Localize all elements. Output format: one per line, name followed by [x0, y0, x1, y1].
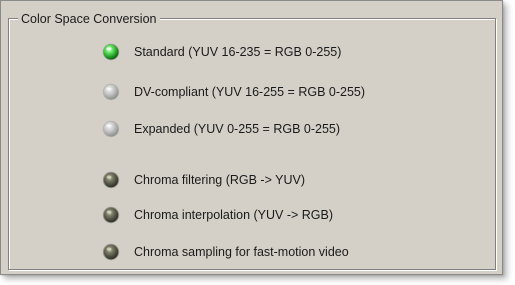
checkbox-chroma-interpolation-label: Chroma interpolation (YUV -> RGB): [134, 208, 334, 222]
color-space-panel: Color Space Conversion Standard (YUV 16-…: [0, 0, 503, 275]
checkbox-chroma-interpolation[interactable]: Chroma interpolation (YUV -> RGB): [102, 205, 333, 225]
groupbox-title: Color Space Conversion: [18, 11, 160, 27]
checkbox-chroma-filtering-label: Chroma filtering (RGB -> YUV): [134, 173, 305, 187]
radio-dv-compliant[interactable]: DV-compliant (YUV 16-255 = RGB 0-255): [102, 82, 365, 102]
led-off-icon: [102, 171, 120, 189]
led-off-icon: [102, 206, 120, 224]
checkbox-chroma-sampling-label: Chroma sampling for fast-motion video: [134, 245, 349, 259]
checkbox-chroma-sampling[interactable]: Chroma sampling for fast-motion video: [102, 242, 349, 262]
radio-standard[interactable]: Standard (YUV 16-235 = RGB 0-255): [102, 42, 341, 62]
led-disabled-icon: [102, 120, 120, 138]
checkbox-chroma-filtering[interactable]: Chroma filtering (RGB -> YUV): [102, 170, 305, 190]
led-disabled-icon: [102, 83, 120, 101]
radio-dv-compliant-label: DV-compliant (YUV 16-255 = RGB 0-255): [134, 85, 366, 99]
radio-expanded[interactable]: Expanded (YUV 0-255 = RGB 0-255): [102, 119, 340, 139]
radio-expanded-label: Expanded (YUV 0-255 = RGB 0-255): [134, 122, 341, 136]
led-off-icon: [102, 243, 120, 261]
led-on-icon: [102, 43, 120, 61]
radio-standard-label: Standard (YUV 16-235 = RGB 0-255): [134, 45, 342, 59]
